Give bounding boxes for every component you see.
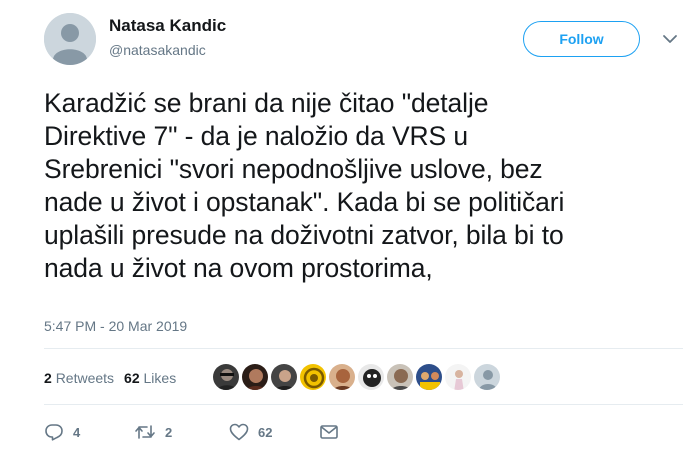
retweet-count: 2 bbox=[165, 424, 173, 440]
retweet-button[interactable]: 2 bbox=[134, 420, 172, 444]
divider-bottom bbox=[44, 404, 683, 405]
reply-icon bbox=[45, 424, 63, 441]
liker-avatar[interactable] bbox=[473, 363, 501, 391]
author-name[interactable]: Natasa Kandic bbox=[109, 16, 226, 36]
heart-icon bbox=[229, 423, 249, 441]
liker-avatar[interactable] bbox=[386, 363, 414, 391]
author-avatar[interactable] bbox=[44, 13, 96, 65]
tweet-card: Natasa Kandic @natasakandic Follow Karad… bbox=[0, 0, 699, 468]
liker-avatar[interactable] bbox=[415, 363, 443, 391]
author-handle[interactable]: @natasakandic bbox=[109, 42, 206, 58]
reply-count: 4 bbox=[73, 424, 81, 440]
tweet-timestamp[interactable]: 5:47 PM - 20 Mar 2019 bbox=[44, 318, 187, 334]
likes-stat[interactable]: 62 Likes bbox=[124, 370, 176, 386]
direct-message-button[interactable] bbox=[319, 420, 339, 444]
like-button[interactable]: 62 bbox=[229, 420, 272, 444]
retweet-icon bbox=[135, 425, 155, 439]
envelope-icon bbox=[320, 425, 338, 439]
retweets-label: Retweets bbox=[55, 370, 115, 386]
like-count: 62 bbox=[258, 424, 273, 440]
liker-avatar[interactable] bbox=[357, 363, 385, 391]
chevron-down-icon[interactable] bbox=[662, 31, 678, 47]
liker-avatar[interactable] bbox=[328, 363, 356, 391]
retweets-stat[interactable]: 2 Retweets bbox=[44, 370, 114, 386]
liker-avatar[interactable] bbox=[241, 363, 269, 391]
tweet-text: Karadžić se brani da nije čitao "detalje… bbox=[44, 88, 565, 283]
follow-button[interactable]: Follow bbox=[523, 21, 640, 57]
liker-avatar[interactable] bbox=[444, 363, 472, 391]
retweets-count: 2 bbox=[44, 370, 52, 386]
liker-avatar[interactable] bbox=[270, 363, 298, 391]
tweet-stats: 2 Retweets 62 Likes bbox=[44, 370, 186, 386]
liker-avatar[interactable] bbox=[299, 363, 327, 391]
divider-top bbox=[44, 348, 683, 349]
likes-count: 62 bbox=[124, 370, 140, 386]
likes-label: Likes bbox=[143, 370, 177, 386]
reply-button[interactable]: 4 bbox=[44, 420, 80, 444]
liker-avatar[interactable] bbox=[212, 363, 240, 391]
default-avatar-icon bbox=[44, 13, 96, 65]
